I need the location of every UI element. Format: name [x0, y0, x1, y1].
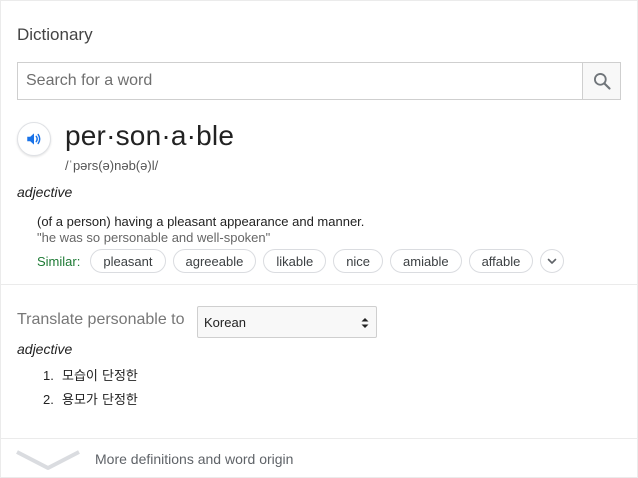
- more-chevron-icon[interactable]: [15, 447, 81, 471]
- headword: per·son·a·ble: [65, 120, 235, 151]
- similar-chip-nice[interactable]: nice: [333, 249, 384, 273]
- speaker-icon: [27, 133, 41, 145]
- more-definitions-link[interactable]: More definitions and word origin: [95, 451, 293, 467]
- translation-item: 1. 모습이 단정한: [43, 367, 138, 391]
- translation-number: 1.: [43, 368, 54, 383]
- phonetic-spelling: /ˈpərs(ə)nəb(ə)l/: [65, 158, 159, 173]
- similar-words-row: Similar: pleasant agreeable likable nice…: [37, 249, 565, 273]
- select-arrows-icon: [361, 318, 369, 328]
- translation-text: 용모가 단정한: [61, 393, 138, 408]
- section-divider: [1, 438, 637, 439]
- translation-item: 2. 용모가 단정한: [43, 391, 138, 415]
- translate-label: Translate personable to: [17, 311, 185, 328]
- similar-chip-pleasant[interactable]: pleasant: [90, 249, 166, 273]
- translation-part-of-speech: adjective: [17, 341, 73, 357]
- similar-chip-amiable[interactable]: amiable: [390, 249, 462, 273]
- card-title: Dictionary: [17, 25, 93, 44]
- translation-text: 모습이 단정한: [61, 369, 138, 384]
- definition-text: (of a person) having a pleasant appearan…: [37, 214, 365, 229]
- pronunciation-button[interactable]: [17, 122, 51, 156]
- language-select[interactable]: Korean: [197, 306, 377, 338]
- example-sentence: "he was so personable and well-spoken": [37, 230, 271, 245]
- language-select-value: Korean: [204, 314, 246, 330]
- similar-chip-affable[interactable]: affable: [468, 249, 534, 273]
- similar-label: Similar:: [37, 253, 81, 269]
- similar-chip-agreeable[interactable]: agreeable: [172, 249, 257, 273]
- part-of-speech: adjective: [17, 184, 73, 200]
- expand-similar-button[interactable]: [540, 249, 565, 273]
- search-input[interactable]: [18, 63, 583, 99]
- section-divider: [1, 284, 637, 285]
- chevron-down-icon: [548, 258, 557, 264]
- search-button[interactable]: [582, 63, 620, 99]
- search-box: [17, 62, 621, 100]
- search-icon: [593, 73, 611, 90]
- translation-list: 1. 모습이 단정한 2. 용모가 단정한: [43, 367, 138, 415]
- similar-chip-likable[interactable]: likable: [263, 249, 327, 273]
- translation-number: 2.: [43, 392, 54, 407]
- dictionary-card: Dictionary per·son·a·ble /ˈpərs(ə)nəb(ə)…: [0, 0, 638, 478]
